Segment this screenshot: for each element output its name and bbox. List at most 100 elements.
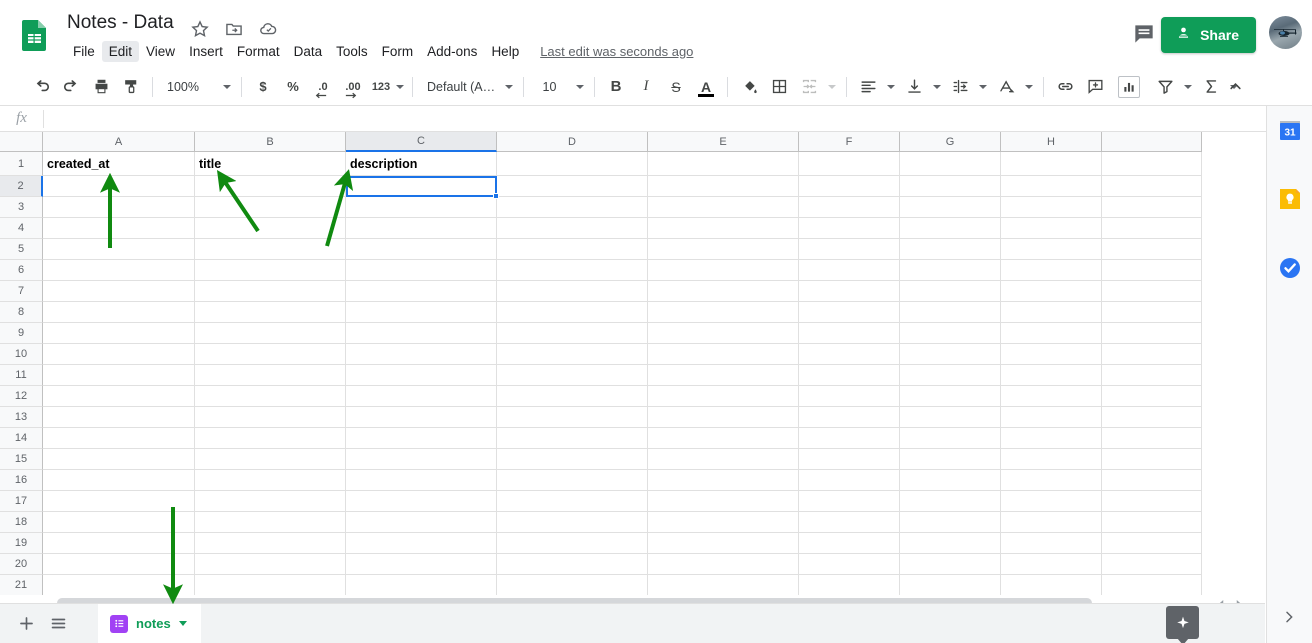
cell-x19[interactable]	[1102, 533, 1202, 554]
text-color-button[interactable]: A	[692, 73, 720, 101]
merge-cells-icon[interactable]	[795, 73, 823, 101]
text-rotation-caret-icon[interactable]	[1021, 74, 1037, 100]
cell-F20[interactable]	[799, 554, 900, 575]
cell-D1[interactable]	[497, 152, 648, 176]
cell-x16[interactable]	[1102, 470, 1202, 491]
cell-C8[interactable]	[346, 302, 497, 323]
cell-C14[interactable]	[346, 428, 497, 449]
strikethrough-button[interactable]: S	[662, 73, 690, 101]
cell-H4[interactable]	[1001, 218, 1102, 239]
sheet-tab-caret-icon[interactable]	[178, 621, 187, 626]
menu-view[interactable]: View	[139, 41, 182, 62]
cell-H13[interactable]	[1001, 407, 1102, 428]
cell-D19[interactable]	[497, 533, 648, 554]
cell-H18[interactable]	[1001, 512, 1102, 533]
cell-x7[interactable]	[1102, 281, 1202, 302]
cell-F17[interactable]	[799, 491, 900, 512]
cell-B21[interactable]	[195, 575, 346, 595]
row-header-20[interactable]: 20	[0, 554, 43, 575]
cell-B14[interactable]	[195, 428, 346, 449]
column-header-g[interactable]: G	[900, 132, 1001, 152]
column-header-h[interactable]: H	[1001, 132, 1102, 152]
select-all-corner[interactable]	[0, 132, 43, 152]
row-header-10[interactable]: 10	[0, 344, 43, 365]
italic-button[interactable]: I	[632, 73, 660, 101]
bold-button[interactable]: B	[602, 73, 630, 101]
cell-E11[interactable]	[648, 365, 799, 386]
cell-F7[interactable]	[799, 281, 900, 302]
cell-F6[interactable]	[799, 260, 900, 281]
row-header-7[interactable]: 7	[0, 281, 43, 302]
cell-x4[interactable]	[1102, 218, 1202, 239]
cell-E16[interactable]	[648, 470, 799, 491]
cell-x1[interactable]	[1102, 152, 1202, 176]
cell-x20[interactable]	[1102, 554, 1202, 575]
cell-F19[interactable]	[799, 533, 900, 554]
cell-F3[interactable]	[799, 197, 900, 218]
row-header-14[interactable]: 14	[0, 428, 43, 449]
insert-link-icon[interactable]	[1051, 73, 1079, 101]
cell-D20[interactable]	[497, 554, 648, 575]
cell-G17[interactable]	[900, 491, 1001, 512]
cell-D13[interactable]	[497, 407, 648, 428]
cell-A15[interactable]	[43, 449, 195, 470]
font-size-caret-icon[interactable]	[572, 74, 588, 100]
cell-B6[interactable]	[195, 260, 346, 281]
cell-C6[interactable]	[346, 260, 497, 281]
cell-E13[interactable]	[648, 407, 799, 428]
add-sheet-icon[interactable]	[12, 610, 40, 638]
cell-H9[interactable]	[1001, 323, 1102, 344]
cell-D18[interactable]	[497, 512, 648, 533]
cell-A10[interactable]	[43, 344, 195, 365]
cell-F1[interactable]	[799, 152, 900, 176]
cell-F5[interactable]	[799, 239, 900, 260]
format-currency-button[interactable]: $	[249, 73, 277, 101]
cell-E12[interactable]	[648, 386, 799, 407]
increase-decimal-button[interactable]: .00	[339, 73, 367, 101]
menu-data[interactable]: Data	[287, 41, 330, 62]
cell-x18[interactable]	[1102, 512, 1202, 533]
cell-B8[interactable]	[195, 302, 346, 323]
formula-input[interactable]	[44, 106, 1312, 132]
cell-D12[interactable]	[497, 386, 648, 407]
google-sheets-icon[interactable]	[18, 18, 51, 51]
cell-B3[interactable]	[195, 197, 346, 218]
font-size-select[interactable]: 10	[530, 74, 566, 100]
cell-x5[interactable]	[1102, 239, 1202, 260]
merge-cells-caret-icon[interactable]	[824, 74, 840, 100]
cell-A13[interactable]	[43, 407, 195, 428]
cell-G1[interactable]	[900, 152, 1001, 176]
filter-icon[interactable]	[1151, 73, 1179, 101]
column-header-c[interactable]: C	[346, 132, 497, 152]
menu-edit[interactable]: Edit	[101, 40, 140, 62]
cell-H1[interactable]	[1001, 152, 1102, 176]
cell-A19[interactable]	[43, 533, 195, 554]
cell-F4[interactable]	[799, 218, 900, 239]
cell-C12[interactable]	[346, 386, 497, 407]
font-family-select[interactable]: Default (Ari…	[419, 74, 501, 100]
cell-E7[interactable]	[648, 281, 799, 302]
cell-D15[interactable]	[497, 449, 648, 470]
horizontal-align-caret-icon[interactable]	[883, 74, 899, 100]
cell-C4[interactable]	[346, 218, 497, 239]
cell-E17[interactable]	[648, 491, 799, 512]
cell-H12[interactable]	[1001, 386, 1102, 407]
cell-D17[interactable]	[497, 491, 648, 512]
row-header-16[interactable]: 16	[0, 470, 43, 491]
cell-C20[interactable]	[346, 554, 497, 575]
cell-C16[interactable]	[346, 470, 497, 491]
share-button[interactable]: Share	[1161, 17, 1256, 53]
cell-F16[interactable]	[799, 470, 900, 491]
cell-A12[interactable]	[43, 386, 195, 407]
cell-C7[interactable]	[346, 281, 497, 302]
cell-E6[interactable]	[648, 260, 799, 281]
cell-B20[interactable]	[195, 554, 346, 575]
cell-E20[interactable]	[648, 554, 799, 575]
row-header-6[interactable]: 6	[0, 260, 43, 281]
cell-B1[interactable]: title	[195, 152, 346, 176]
comment-icon[interactable]	[1131, 21, 1157, 47]
cell-D16[interactable]	[497, 470, 648, 491]
cell-G11[interactable]	[900, 365, 1001, 386]
cell-x14[interactable]	[1102, 428, 1202, 449]
cell-x21[interactable]	[1102, 575, 1202, 595]
